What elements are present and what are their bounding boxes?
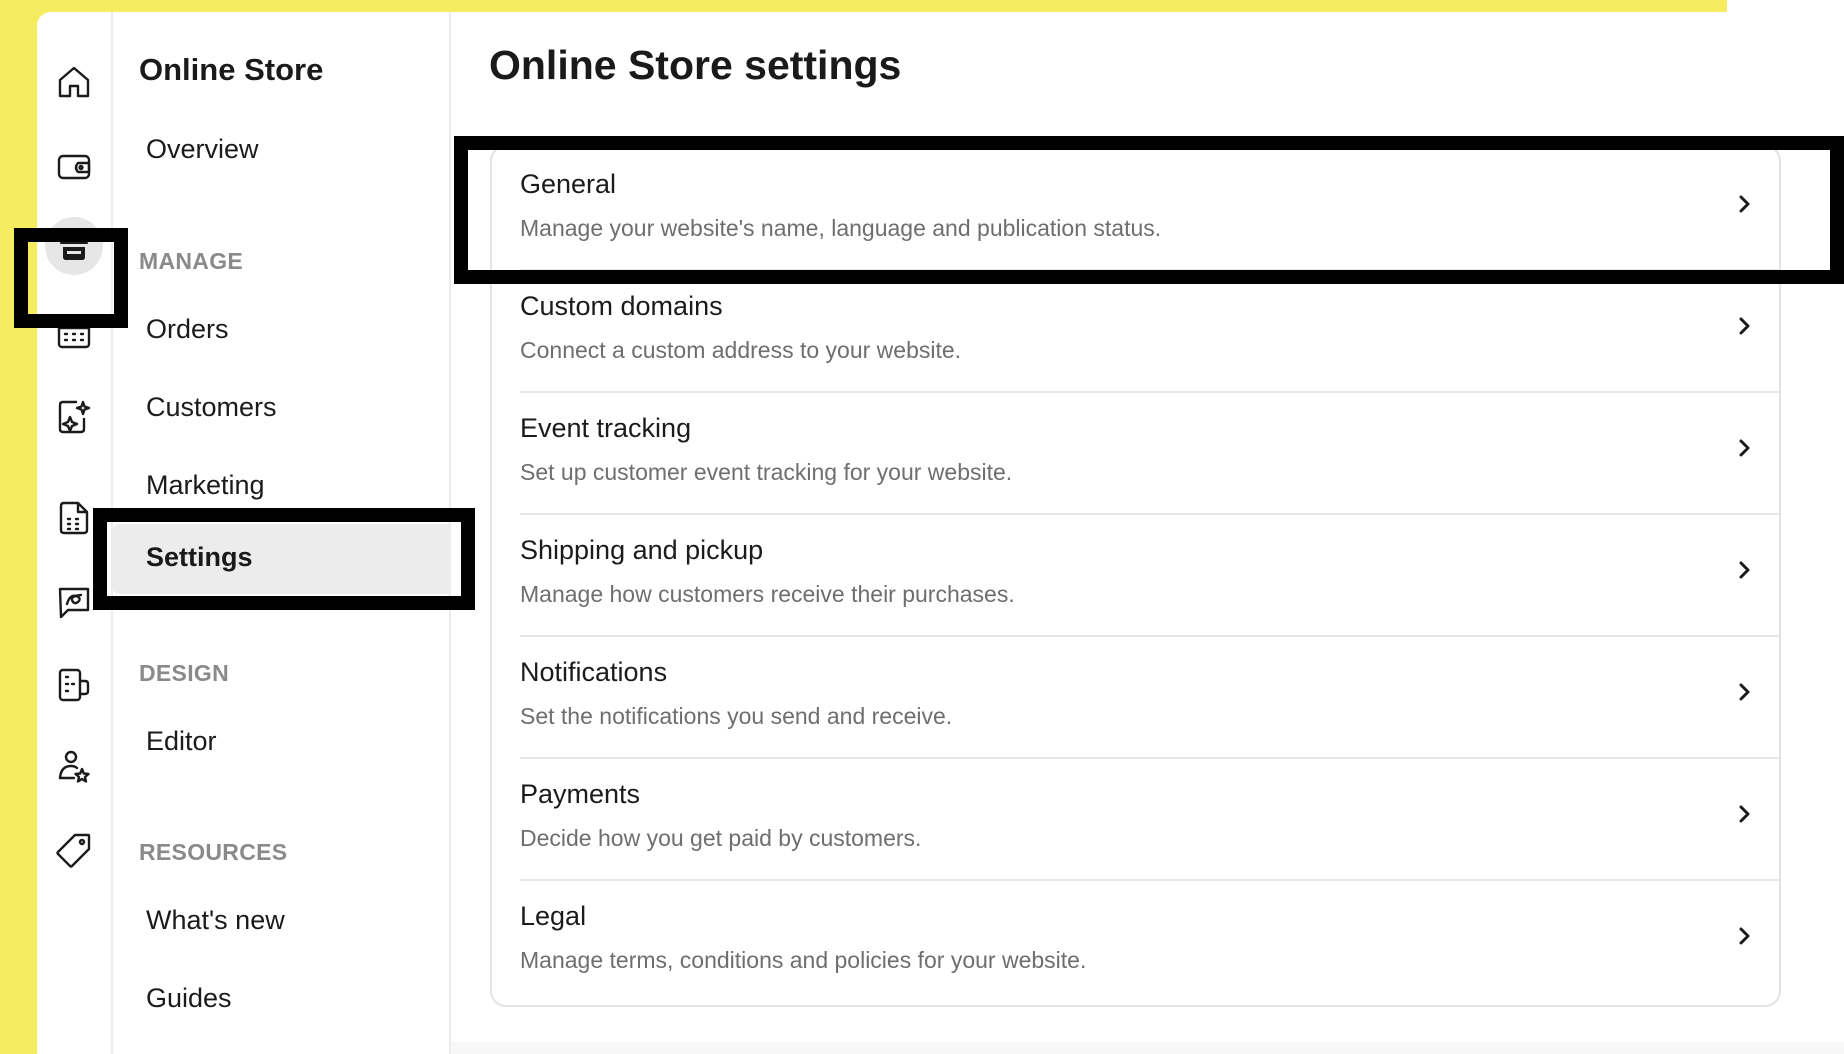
row-description: Set up customer event tracking for your … (520, 459, 1013, 485)
store-icon[interactable] (45, 217, 103, 275)
section-heading-manage: MANAGE (139, 248, 244, 274)
chevron-right-icon (1731, 313, 1757, 339)
sidebar-item-overview[interactable]: Overview (146, 134, 259, 165)
sidebar-item-customers[interactable]: Customers (146, 392, 277, 423)
user-star-icon[interactable] (45, 738, 103, 796)
icon-rail (37, 12, 113, 1054)
settings-row-shipping[interactable]: Shipping and pickup Manage how customers… (520, 513, 1779, 637)
chevron-right-icon (1731, 191, 1757, 217)
section-heading-design: DESIGN (139, 660, 229, 686)
chevron-right-icon (1731, 923, 1757, 949)
row-title: Shipping and pickup (520, 535, 764, 565)
row-title: Custom domains (520, 291, 723, 321)
settings-card: General Manage your website's name, lang… (490, 145, 1781, 1007)
sidebar-item-editor[interactable]: Editor (146, 726, 217, 757)
settings-row-notifications[interactable]: Notifications Set the notifications you … (520, 635, 1779, 759)
sidebar-item-whats-new[interactable]: What's new (146, 905, 285, 936)
sidebar-item-settings[interactable]: Settings (113, 524, 449, 594)
sidebar-item-guides[interactable]: Guides (146, 983, 232, 1014)
main-panel: Online Store settings General Manage you… (451, 12, 1844, 1042)
settings-row-event-tracking[interactable]: Event tracking Set up customer event tra… (520, 391, 1779, 515)
home-icon[interactable] (45, 53, 103, 111)
row-description: Manage terms, conditions and policies fo… (520, 947, 1087, 973)
sidebar-title: Online Store (139, 52, 324, 87)
invoice-icon[interactable] (45, 489, 103, 547)
wallet-icon[interactable] (45, 137, 103, 195)
section-heading-resources: RESOURCES (139, 839, 288, 865)
row-description: Manage your website's name, language and… (520, 215, 1162, 241)
settings-row-payments[interactable]: Payments Decide how you get paid by cust… (520, 757, 1779, 881)
sidebar-item-orders[interactable]: Orders (146, 314, 229, 345)
row-description: Decide how you get paid by customers. (520, 825, 922, 851)
sidebar: Online Store Overview MANAGE Orders Cust… (113, 12, 451, 1054)
row-description: Connect a custom address to your website… (520, 337, 962, 363)
row-title: General (520, 169, 617, 199)
settings-row-legal[interactable]: Legal Manage terms, conditions and polic… (520, 879, 1779, 1001)
calendar-icon[interactable] (45, 303, 103, 361)
background-frame (0, 0, 37, 1054)
chevron-right-icon (1731, 801, 1757, 827)
row-title: Event tracking (520, 413, 692, 443)
window-edge (1727, 0, 1844, 12)
row-description: Manage how customers receive their purch… (520, 581, 1015, 607)
row-description: Set the notifications you send and recei… (520, 703, 953, 729)
page-title: Online Store settings (489, 42, 902, 88)
row-title: Notifications (520, 657, 668, 687)
row-title: Payments (520, 779, 641, 809)
chat-icon[interactable] (45, 573, 103, 631)
tag-icon[interactable] (45, 821, 103, 879)
sidebar-item-marketing[interactable]: Marketing (146, 470, 265, 501)
settings-row-custom-domains[interactable]: Custom domains Connect a custom address … (520, 269, 1779, 393)
chevron-right-icon (1731, 557, 1757, 583)
device-icon[interactable] (45, 656, 103, 714)
row-title: Legal (520, 901, 587, 931)
sparkle-icon[interactable] (45, 388, 103, 446)
app-window: Online Store Overview MANAGE Orders Cust… (37, 12, 1844, 1054)
settings-row-general[interactable]: General Manage your website's name, lang… (520, 147, 1779, 271)
chevron-right-icon (1731, 679, 1757, 705)
sidebar-item-settings-label: Settings (146, 542, 253, 572)
main-content: Online Store settings General Manage you… (451, 12, 1844, 1054)
chevron-right-icon (1731, 435, 1757, 461)
